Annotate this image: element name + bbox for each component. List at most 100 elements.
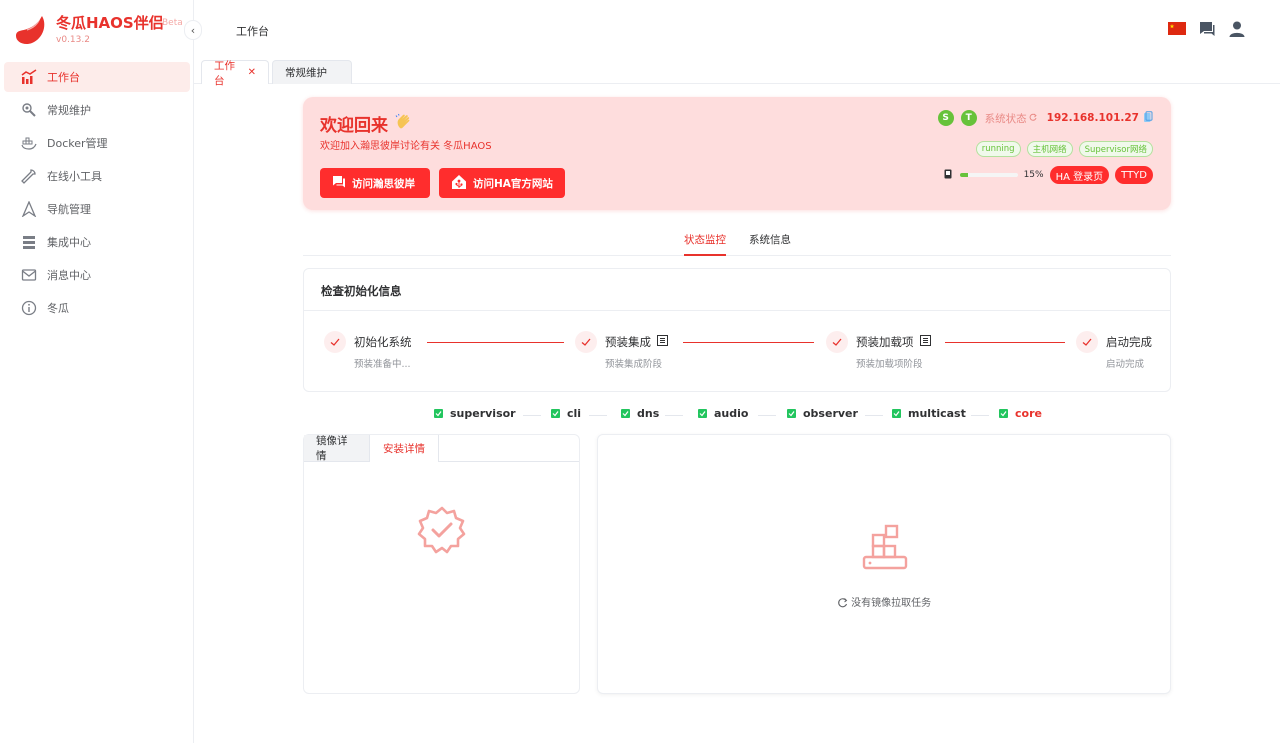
system-status-row: S T 系统状态 192.168.101.27: [931, 110, 1153, 126]
sidebar-item-about[interactable]: 冬瓜: [4, 293, 190, 323]
sidebar-item-messages[interactable]: 消息中心: [4, 260, 190, 290]
sidebar-item-label: 工作台: [47, 71, 80, 84]
chat-icon[interactable]: [1198, 20, 1216, 41]
disk-usage-row: 15% HA 登录页 TTYD: [944, 166, 1153, 184]
sidebar-item-label: 常规维护: [47, 104, 91, 117]
collapse-sidebar-button[interactable]: ‹: [184, 20, 202, 40]
sidebar-item-workbench[interactable]: 工作台: [4, 62, 190, 92]
details-panel: 镜像详情 安装详情: [303, 434, 580, 694]
document-list-icon[interactable]: [919, 335, 931, 349]
step-connector: [683, 342, 814, 343]
component-name: dns: [637, 407, 660, 420]
component-cli: cli: [551, 407, 581, 420]
top-header: 工作台: [194, 0, 1280, 58]
welcome-banner: 欢迎回来 欢迎加入瀚思彼岸讨论有关 冬瓜HAOS 访问瀚思彼岸 访问HA官方网站…: [303, 97, 1171, 210]
step-title-text: 启动完成: [1106, 335, 1152, 349]
check-icon: [826, 331, 848, 353]
welcome-title-text: 欢迎回来: [320, 116, 388, 136]
wrench-icon: [20, 167, 38, 185]
status-tag-running: running: [975, 141, 1021, 157]
refresh-icon[interactable]: [1029, 113, 1037, 124]
tab-maintenance[interactable]: 常规维护: [272, 60, 352, 84]
sidebar-item-label: 集成中心: [47, 236, 91, 249]
ha-login-button[interactable]: HA 登录页: [1049, 166, 1110, 184]
docker-icon: [20, 134, 38, 152]
loading-icon: [837, 598, 851, 609]
sidebar-item-navigation[interactable]: 导航管理: [4, 194, 190, 224]
component-audio: audio: [698, 407, 748, 420]
visit-forum-button[interactable]: 访问瀚思彼岸: [320, 168, 430, 198]
empty-state: 没有镜像拉取任务: [598, 594, 1170, 609]
tab-label: 工作台: [214, 59, 235, 87]
checkbox-checked-icon: [621, 409, 630, 418]
sidebar-item-label: Docker管理: [47, 137, 108, 150]
checkbox-checked-icon: [551, 409, 560, 418]
step-desc: 预装加载项阶段: [856, 359, 923, 370]
component-supervisor: supervisor: [434, 407, 516, 420]
close-icon[interactable]: ✕: [248, 67, 256, 78]
china-flag-icon[interactable]: [1168, 22, 1186, 35]
navigation-icon: [20, 200, 38, 218]
checkbox-checked-icon: [434, 409, 443, 418]
tab-underline: [439, 461, 579, 462]
brand-logo-icon: [16, 16, 45, 45]
document-list-icon[interactable]: [657, 335, 668, 349]
sidebar-item-integration[interactable]: 集成中心: [4, 227, 190, 257]
step-title-text: 预装加载项: [856, 335, 914, 349]
separator: [523, 415, 541, 416]
component-name: core: [1015, 407, 1042, 420]
step-title: 启动完成: [1106, 334, 1152, 350]
ttyd-button[interactable]: TTYD: [1115, 166, 1153, 184]
step-title: 预装加载项: [856, 334, 931, 350]
visit-ha-website-button[interactable]: 访问HA官方网站: [439, 168, 565, 198]
sidebar-item-label: 导航管理: [47, 203, 91, 216]
step-desc: 预装准备中...: [354, 359, 411, 370]
tab-system-info[interactable]: 系统信息: [749, 232, 791, 256]
component-name: multicast: [908, 407, 966, 420]
tab-install-details[interactable]: 安装详情: [371, 435, 439, 462]
brand[interactable]: 冬瓜HAOS伴侣 Beta v0.13.2: [14, 10, 184, 50]
ip-address: 192.168.101.27: [1046, 112, 1139, 124]
copy-icon[interactable]: [1143, 110, 1153, 126]
step-connector: [945, 342, 1065, 343]
disk-icon: [944, 168, 952, 182]
component-status-row: supervisor cli dns audio observer multic…: [303, 404, 1171, 424]
disk-usage-progress: [959, 173, 1018, 177]
init-card-title: 检查初始化信息: [321, 284, 402, 298]
brand-title: 冬瓜HAOS伴侣: [56, 14, 164, 32]
button-label: 访问瀚思彼岸: [352, 177, 415, 190]
verified-badge-icon: [417, 505, 467, 558]
tab-image-details[interactable]: 镜像详情: [304, 435, 370, 462]
sidebar-item-docker[interactable]: Docker管理: [4, 128, 190, 158]
tab-label: 常规维护: [285, 67, 327, 79]
component-core: core: [999, 407, 1042, 420]
status-tag-host-network: 主机网络: [1026, 141, 1073, 157]
step-connector: [427, 342, 564, 343]
user-avatar-icon[interactable]: [1228, 20, 1246, 41]
step-title: 初始化系统: [354, 334, 412, 350]
tab-status-monitor[interactable]: 状态监控: [684, 232, 726, 256]
sidebar-item-tools[interactable]: 在线小工具: [4, 161, 190, 191]
chevron-left-icon: ‹: [190, 23, 196, 37]
info-icon: [20, 299, 38, 317]
tab-workbench[interactable]: 工作台 ✕: [201, 60, 269, 87]
sidebar-item-label: 在线小工具: [47, 170, 102, 183]
init-check-card: 检查初始化信息 初始化系统 预装准备中... 预装集成 预装集成阶段 预装加载项: [303, 268, 1171, 392]
check-icon: [324, 331, 346, 353]
waving-hand-icon: [394, 113, 414, 136]
sidebar-menu: 工作台 常规维护 Docker管理 在线小工具 导航管理 集成中心 消息中心 冬…: [4, 62, 190, 326]
component-name: supervisor: [450, 407, 516, 420]
separator: [589, 415, 607, 416]
separator: [665, 415, 683, 416]
status-tag-supervisor-network: Supervisor网络: [1078, 141, 1153, 157]
init-card-header: 检查初始化信息: [304, 269, 1170, 311]
component-name: cli: [567, 407, 582, 420]
welcome-subtitle: 欢迎加入瀚思彼岸讨论有关 冬瓜HAOS: [320, 141, 492, 152]
component-multicast: multicast: [892, 407, 966, 420]
step-desc: 启动完成: [1106, 359, 1145, 370]
empty-boxes-icon: [861, 523, 909, 576]
chat-icon: [332, 175, 346, 192]
sidebar-item-maintenance[interactable]: 常规维护: [4, 95, 190, 125]
separator: [758, 415, 776, 416]
system-status-label[interactable]: 系统状态: [985, 111, 1027, 126]
